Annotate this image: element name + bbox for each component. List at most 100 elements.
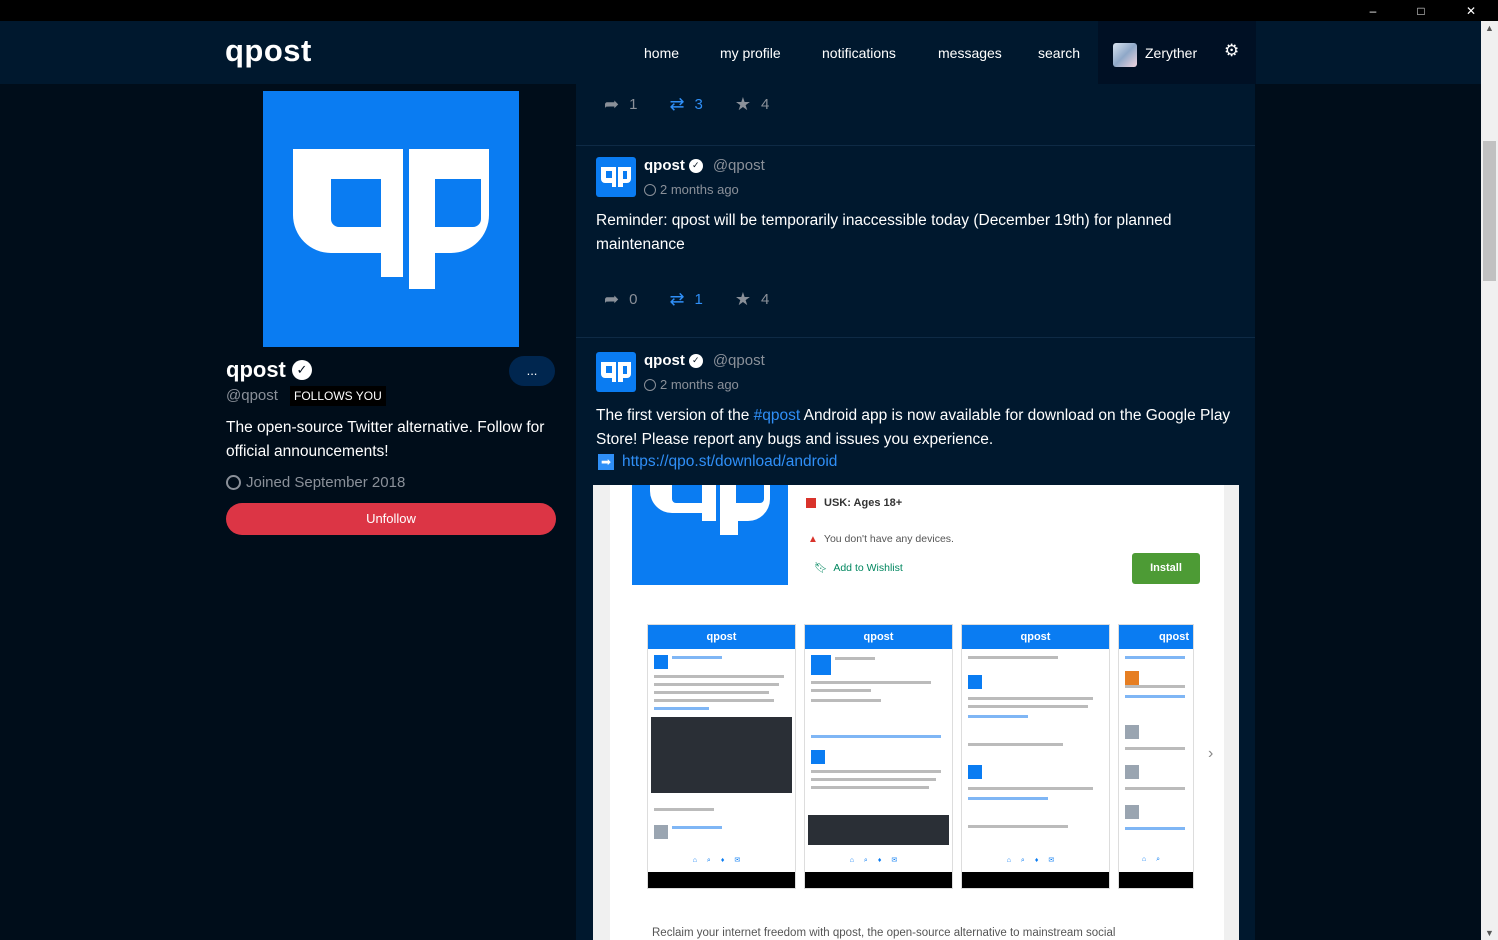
- scroll-down-icon[interactable]: ▼: [1485, 928, 1494, 938]
- shot-android-bar: [962, 872, 1109, 888]
- shot-line: [968, 705, 1088, 708]
- profile-bio: The open-source Twitter alternative. Fol…: [226, 419, 545, 460]
- joined-text: Joined September 2018: [246, 474, 406, 491]
- shot-embed-dark: [808, 815, 949, 845]
- post-divider: [576, 145, 1255, 146]
- reply-action[interactable]: ➦ 0: [604, 289, 637, 310]
- shot-avatar: [1125, 671, 1139, 685]
- shot-header: qpost: [1119, 625, 1193, 649]
- shot-line: [1125, 787, 1185, 790]
- shot-avatar: [1125, 805, 1139, 819]
- close-button[interactable]: ✕: [1448, 2, 1494, 20]
- boost-action[interactable]: ⇄ 1: [669, 289, 702, 310]
- post-divider: [576, 337, 1255, 338]
- warning-icon: ▲: [808, 533, 818, 545]
- qpost-logo[interactable]: qpost: [225, 33, 312, 69]
- nav-my-profile[interactable]: my profile: [720, 45, 781, 61]
- install-button: Install: [1132, 553, 1200, 584]
- shot-line: [968, 825, 1068, 828]
- unfollow-button[interactable]: Unfollow: [226, 503, 556, 535]
- shot-line: [811, 786, 929, 789]
- post-handle[interactable]: @qpost: [713, 157, 765, 174]
- post-time-row: 2 months ago: [644, 377, 739, 392]
- shot-line: [968, 743, 1063, 746]
- usk-badge-icon: [806, 498, 816, 508]
- nav-notifications[interactable]: notifications: [822, 45, 896, 61]
- no-devices-notice: ▲ You don't have any devices.: [808, 533, 954, 545]
- shot-bottom-nav: ⌂⌕♦✉: [1006, 857, 1065, 864]
- share-arrow-icon: ➦: [604, 94, 620, 114]
- usk-text: USK: Ages 18+: [824, 497, 903, 509]
- shot-header: qpost: [805, 625, 952, 649]
- post-avatar[interactable]: [596, 352, 636, 392]
- shot-line: [968, 715, 1028, 718]
- scroll-up-icon[interactable]: ▲: [1485, 23, 1494, 33]
- shot-line: [672, 826, 722, 829]
- hashtag-link[interactable]: #qpost: [754, 407, 801, 424]
- profile-joined: Joined September 2018: [226, 474, 405, 491]
- profile-avatar: [263, 91, 519, 347]
- no-devices-text: You don't have any devices.: [823, 533, 954, 545]
- shot-line: [654, 675, 784, 678]
- usk-rating: USK: Ages 18+: [806, 497, 902, 509]
- shot-line: [654, 808, 714, 811]
- shot-avatar: [811, 655, 831, 675]
- shot-avatar: [1125, 725, 1139, 739]
- post-time-row: 2 months ago: [644, 182, 739, 197]
- app-screenshot-1: qpost ⌂⌕♦✉: [647, 624, 796, 889]
- post-time[interactable]: 2 months ago: [660, 182, 739, 197]
- post-author[interactable]: qpost: [644, 157, 685, 174]
- shot-avatar: [654, 825, 668, 839]
- star-icon: ★: [734, 289, 752, 309]
- shot-line: [811, 778, 936, 781]
- wishlist-text: Add to Wishlist: [833, 561, 903, 574]
- qp-logo-icon: [650, 485, 770, 535]
- app-screenshot-2: qpost ⌂⌕♦✉: [804, 624, 953, 889]
- verified-check-icon: ✓: [291, 360, 312, 380]
- boost-action[interactable]: ⇄ 3: [669, 94, 702, 115]
- post-author[interactable]: qpost: [644, 352, 685, 369]
- user-avatar[interactable]: [1113, 43, 1137, 67]
- repeat-icon: ⇄: [669, 289, 685, 309]
- minimize-button[interactable]: –: [1350, 2, 1396, 20]
- nav-username[interactable]: Zeryther: [1145, 45, 1197, 61]
- follows-you-badge: FOLLOWS YOU: [290, 386, 386, 406]
- post-link-row: ➡ https://qpo.st/download/android: [598, 453, 837, 471]
- post-author-row: qpost ✓ @qpost: [644, 352, 765, 369]
- arrow-right-icon: ➡: [598, 454, 614, 470]
- reply-action[interactable]: ➦ 1: [604, 94, 637, 115]
- post-attachment-image[interactable]: USK: Ages 18+ ▲ You don't have any device…: [593, 485, 1239, 940]
- post-time[interactable]: 2 months ago: [660, 377, 739, 392]
- app-screenshot-3: qpost ⌂⌕♦✉: [961, 624, 1110, 889]
- nav-user-menu[interactable]: Zeryther ⚙: [1098, 21, 1256, 84]
- repeat-icon: ⇄: [669, 94, 685, 114]
- shot-android-bar: [648, 872, 795, 888]
- download-link[interactable]: https://qpo.st/download/android: [622, 453, 837, 471]
- qp-avatar-icon: [601, 167, 631, 187]
- shot-avatar: [1125, 765, 1139, 779]
- nav-search[interactable]: search: [1038, 45, 1080, 61]
- shot-bottom-nav: ⌂⌕: [1141, 856, 1171, 863]
- scrollbar-thumb[interactable]: [1483, 141, 1496, 281]
- shot-bottom-nav: ⌂⌕♦✉: [849, 857, 908, 864]
- post-author-row: qpost ✓ @qpost: [644, 157, 765, 174]
- favorite-action[interactable]: ★ 4: [735, 94, 769, 115]
- shot-line: [968, 787, 1093, 790]
- shot-line: [811, 689, 871, 692]
- nav-home[interactable]: home: [644, 45, 679, 61]
- shot-line: [811, 770, 941, 773]
- post-handle[interactable]: @qpost: [713, 352, 765, 369]
- chevron-right-icon: ›: [1208, 745, 1214, 762]
- shot-line: [835, 657, 875, 660]
- page-scrollbar[interactable]: ▲ ▼: [1481, 21, 1498, 940]
- post-avatar[interactable]: [596, 157, 636, 197]
- shot-line: [1125, 747, 1185, 750]
- post-feed: ➦ 1 ⇄ 3 ★ 4 qpost ✓ @qpost 2 months ago Rem…: [576, 84, 1255, 940]
- share-arrow-icon: ➦: [604, 289, 620, 309]
- maximize-button[interactable]: □: [1398, 2, 1444, 20]
- nav-messages[interactable]: messages: [938, 45, 1002, 61]
- favorite-action[interactable]: ★ 4: [735, 289, 769, 310]
- gear-icon[interactable]: ⚙: [1224, 41, 1239, 61]
- window-titlebar: – □ ✕: [0, 0, 1498, 21]
- profile-more-button[interactable]: ...: [509, 356, 555, 386]
